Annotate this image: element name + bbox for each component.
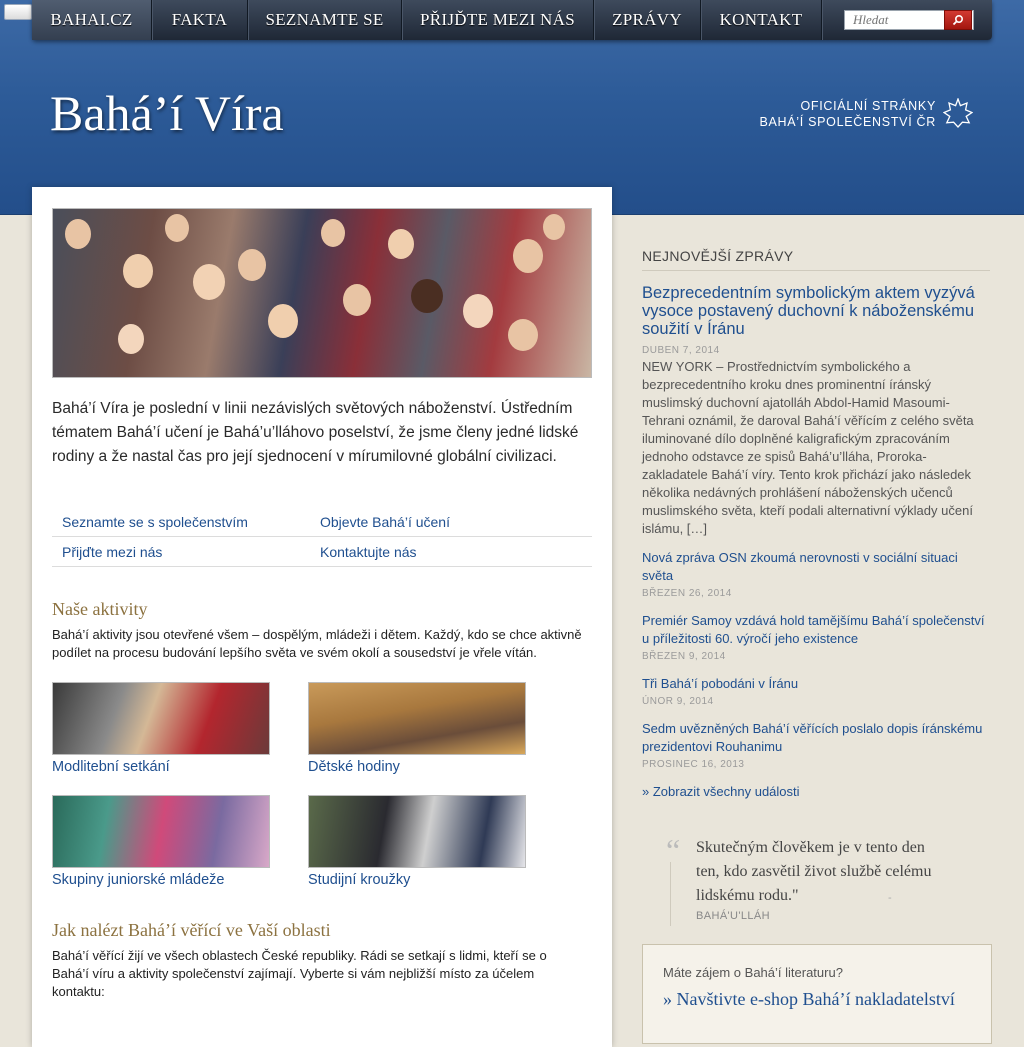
literature-promo-box: Máte zájem o Bahá’í literaturu? » Navšti… bbox=[642, 944, 992, 1044]
activities-text: Bahá’í aktivity jsou otevřené všem – dos… bbox=[52, 627, 582, 660]
quick-links: Seznamte se s společenstvím Objevte Bahá… bbox=[52, 507, 592, 567]
link-seznamte-se[interactable]: Seznamte se s společenstvím bbox=[52, 514, 310, 530]
news-item-date: ÚNOR 9, 2014 bbox=[642, 696, 714, 707]
news-item-title[interactable]: Sedm uvězněných Bahá’í věřících poslalo … bbox=[642, 720, 992, 756]
prayer-meeting-photo[interactable] bbox=[52, 682, 270, 755]
activity-link-junior-youth[interactable]: Skupiny juniorské mládeže bbox=[52, 872, 224, 888]
news-item-date: BŘEZEN 9, 2014 bbox=[642, 651, 726, 662]
promo-question: Máte zájem o Bahá’í literaturu? bbox=[663, 965, 843, 980]
eshop-link[interactable]: » Navštivte e-shop Bahá’í nakladatelství bbox=[663, 989, 955, 1010]
news-item: Nová zpráva OSN zkoumá nerovnosti v soci… bbox=[642, 549, 992, 603]
activity-link-prayer[interactable]: Modlitební setkání bbox=[52, 759, 170, 775]
link-kontaktujte-nas[interactable]: Kontaktujte nás bbox=[310, 544, 568, 560]
nav-item-prijdte-mezi-nas[interactable]: PŘIJĎTE MEZI NÁS bbox=[402, 0, 594, 40]
nav-item-bahai-cz[interactable]: BAHAI.CZ bbox=[32, 0, 152, 40]
activity-link-children[interactable]: Dětské hodiny bbox=[308, 759, 400, 775]
intro-text: Bahá’í Víra je poslední v linii nezávisl… bbox=[52, 400, 579, 465]
site-tagline: OFICIÁLNÍ STRÁNKY BAHÁ’Í SPOLEČENSTVÍ ČR bbox=[759, 98, 936, 130]
all-events-link[interactable]: » Zobrazit všechny události bbox=[642, 783, 992, 801]
news-item: Tři Bahá’í pobodáni v Íránu ÚNOR 9, 2014 bbox=[642, 675, 992, 711]
quote-author: BAHÁ'U'LLÁH bbox=[696, 910, 771, 922]
nav-item-fakta[interactable]: FAKTA bbox=[152, 0, 248, 40]
quote-text: Skutečným člověkem je v tento den ten, k… bbox=[696, 839, 932, 904]
find-text: Bahá’í věřící žijí ve všech oblastech Če… bbox=[52, 948, 547, 999]
link-prijdte-mezi-nas[interactable]: Přijďte mezi nás bbox=[52, 544, 310, 560]
study-circles-photo[interactable] bbox=[308, 795, 526, 868]
site-title[interactable]: Bahá’í Víra bbox=[50, 84, 284, 142]
activity-link-study-circles[interactable]: Studijní kroužky bbox=[308, 872, 410, 888]
nav-item-seznamte-se[interactable]: SEZNAMTE SE bbox=[248, 0, 402, 40]
news-item-date: BŘEZEN 26, 2014 bbox=[642, 588, 732, 599]
nav-item-zpravy[interactable]: ZPRÁVY bbox=[594, 0, 701, 40]
search-button[interactable] bbox=[944, 10, 972, 30]
junior-youth-photo[interactable] bbox=[52, 795, 270, 868]
quote-divider: - bbox=[888, 892, 892, 904]
hero-photo bbox=[52, 208, 592, 378]
featured-news: Bezprecedentním symbolickým aktem vyzývá… bbox=[642, 284, 982, 360]
news-item: Sedm uvězněných Bahá’í věřících poslalo … bbox=[642, 720, 992, 774]
news-item-title[interactable]: Premiér Samoy vzdává hold tamějšímu Bahá… bbox=[642, 612, 992, 648]
quick-links-row: Seznamte se s společenstvím Objevte Bahá… bbox=[52, 507, 592, 537]
news-item-title[interactable]: Nová zpráva OSN zkoumá nerovnosti v soci… bbox=[642, 549, 992, 585]
corner-tab[interactable] bbox=[4, 4, 32, 20]
news-item-title[interactable]: Tři Bahá’í pobodáni v Íránu bbox=[642, 675, 992, 693]
main-content: Bahá’í Víra je poslední v linii nezávisl… bbox=[32, 187, 612, 1047]
tagline-line-1: OFICIÁLNÍ STRÁNKY bbox=[800, 99, 936, 113]
news-heading: NEJNOVĚJŠÍ ZPRÁVY bbox=[642, 248, 990, 271]
search-icon bbox=[952, 14, 964, 26]
nav-item-kontakt[interactable]: KONTAKT bbox=[701, 0, 822, 40]
news-item: Premiér Samoy vzdává hold tamějšímu Bahá… bbox=[642, 612, 992, 666]
link-objevte-uceni[interactable]: Objevte Bahá’í učení bbox=[310, 514, 568, 530]
find-heading: Jak nalézt Bahá’í věřící ve Vaší oblasti bbox=[52, 920, 331, 940]
nine-pointed-star-icon bbox=[943, 98, 973, 128]
featured-news-title[interactable]: Bezprecedentním symbolickým aktem vyzývá… bbox=[642, 284, 982, 338]
quote-rule bbox=[670, 862, 671, 926]
news-item-date: PROSINEC 16, 2013 bbox=[642, 759, 745, 770]
quick-links-row: Přijďte mezi nás Kontaktujte nás bbox=[52, 537, 592, 567]
tagline-line-2: BAHÁ’Í SPOLEČENSTVÍ ČR bbox=[759, 115, 936, 129]
quote-mark-icon: “ bbox=[666, 832, 681, 868]
childrens-classes-photo[interactable] bbox=[308, 682, 526, 755]
featured-news-excerpt: NEW YORK – Prostřednictvím symbolického … bbox=[642, 359, 974, 536]
main-navigation: BAHAI.CZ FAKTA SEZNAMTE SE PŘIJĎTE MEZI … bbox=[32, 0, 992, 40]
activities-heading: Naše aktivity bbox=[52, 599, 148, 619]
